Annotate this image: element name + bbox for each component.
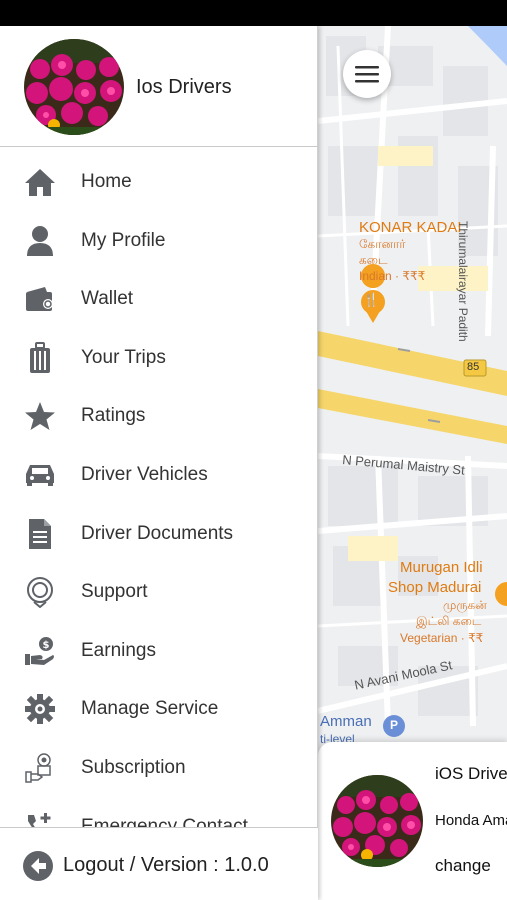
app-screen: KONAR KADAI கோனார் கடை Indian · ₹₹₹ 🍴 Th… [0,0,507,900]
menu-item-ratings[interactable]: Ratings [0,387,318,445]
menu-item-your-trips[interactable]: Your Trips [0,329,318,387]
logout-version-label: Logout / Version : 1.0.0 [63,854,269,876]
poi-murugan-idli-name-2[interactable]: Shop Madurai [388,579,481,596]
wallet-icon [24,283,56,315]
svg-text:$: $ [43,640,50,651]
gear-icon [24,693,56,725]
menu-item-driver-documents[interactable]: Driver Documents [0,505,318,563]
driver-avatar [331,775,423,867]
menu-item-earnings[interactable]: $ Earnings [0,622,318,680]
menu-label-driver-vehicles: Driver Vehicles [81,464,208,485]
street-thirumalairayar: Thirumalairayar Padith [456,221,470,342]
parking-icon[interactable]: P [390,718,398,732]
poi-konar-kadai-tamil-2: கடை [359,253,388,267]
car-icon [24,459,56,491]
menu-label-wallet: Wallet [81,288,134,310]
menu-item-manage-service[interactable]: Manage Service [0,680,318,738]
poi-murugan-detail: Vegetarian · ₹₹ [400,631,484,645]
navigation-drawer: Ios Drivers Home My Profile Wallet Your … [0,26,318,900]
user-avatar[interactable] [24,39,124,135]
document-icon [24,518,56,550]
road-shield-85: 85 [467,361,480,373]
earnings-icon: $ [24,635,56,667]
menu-label-manage-service: Manage Service [81,698,219,720]
menu-item-support[interactable]: Support [0,563,318,621]
menu-item-emergency-contact[interactable]: Emergency Contact [0,798,318,828]
driver-info-card: iOS Drivers Honda Amaze change [318,742,507,900]
driver-card-name: iOS Drivers [435,764,507,783]
status-bar [0,0,507,26]
drawer-footer: Logout / Version : 1.0.0 [0,827,318,900]
star-icon [24,400,56,432]
menu-item-driver-vehicles[interactable]: Driver Vehicles [0,446,318,504]
home-icon [24,166,56,198]
menu-label-subscription: Subscription [81,757,186,778]
hamburger-icon [355,66,379,83]
logout-icon [22,850,54,882]
menu-label-support: Support [81,581,148,603]
menu-label-driver-documents: Driver Documents [81,522,234,544]
menu-label-your-trips: Your Trips [81,346,166,368]
support-icon [24,576,56,609]
menu-label-ratings: Ratings [81,405,146,427]
poi-konar-kadai-detail: Indian · ₹₹₹ [359,269,426,283]
menu-button[interactable] [343,50,391,98]
menu-item-home[interactable]: Home [0,153,318,211]
menu-item-subscription[interactable]: Subscription [0,739,318,797]
poi-murugan-tamil-2: இட்லி கடை [416,614,482,628]
user-name: Ios Drivers [136,76,232,98]
restaurant-pin-icon[interactable]: 🍴 [363,292,379,308]
menu-label-earnings: Earnings [81,639,156,661]
person-icon [24,225,56,257]
subscription-icon [24,752,56,784]
driver-card-vehicle: Honda Amaze [435,812,507,829]
luggage-icon [24,341,56,374]
menu-item-my-profile[interactable]: My Profile [0,212,318,270]
emergency-contact-icon [24,811,56,828]
change-vehicle-link[interactable]: change [435,856,491,876]
drawer-header: Ios Drivers [0,26,318,147]
poi-murugan-tamil-1: முருகன் [443,598,487,612]
poi-amman[interactable]: Amman [320,713,372,730]
poi-murugan-idli-name-1[interactable]: Murugan Idli [400,559,483,576]
menu-item-wallet[interactable]: Wallet [0,270,318,328]
drawer-menu: Home My Profile Wallet Your Trips Rating… [0,153,318,828]
menu-label-my-profile: My Profile [81,229,166,251]
poi-konar-kadai-tamil-1: கோனார் [359,237,406,251]
poi-konar-kadai-name[interactable]: KONAR KADAI [359,219,462,236]
menu-label-home: Home [81,171,132,192]
